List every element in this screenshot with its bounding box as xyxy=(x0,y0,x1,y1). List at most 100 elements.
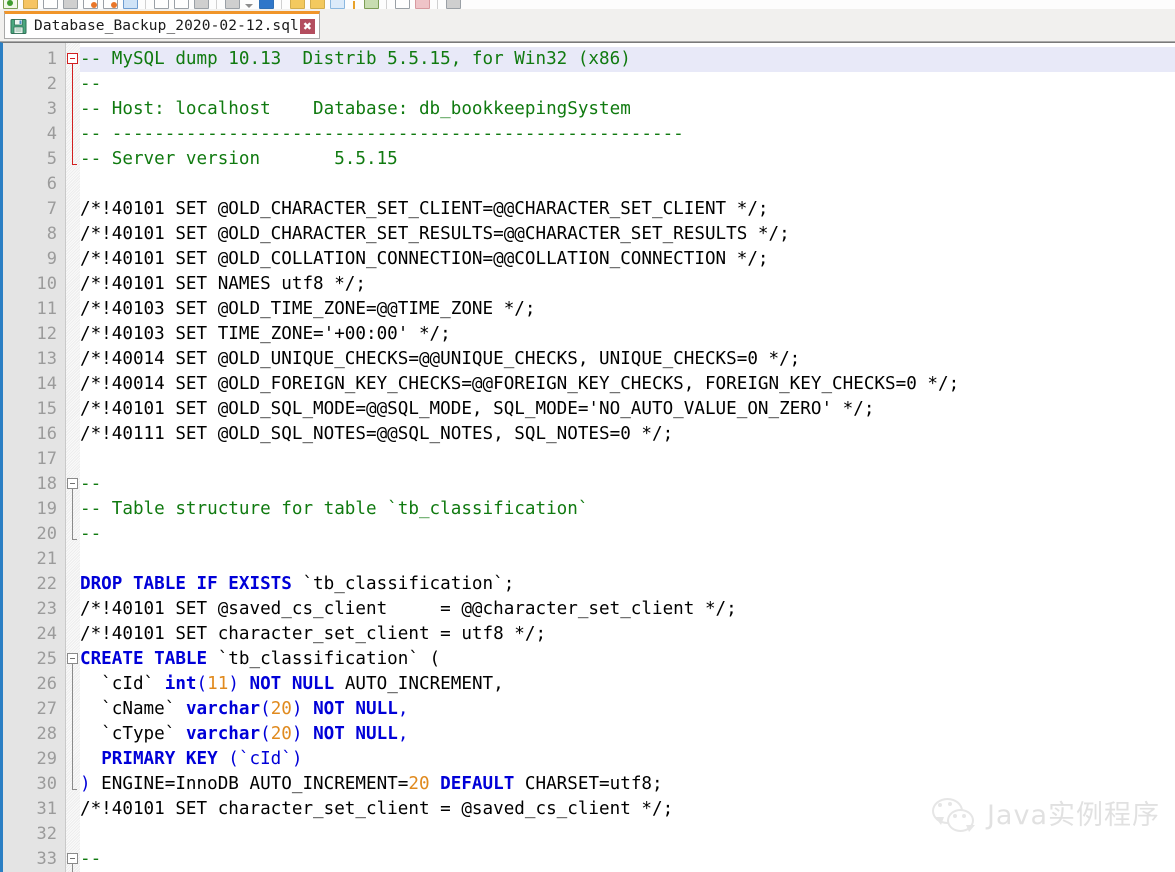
fold-toggle-icon[interactable] xyxy=(67,653,78,664)
open-folder-icon[interactable] xyxy=(22,0,38,9)
code-line[interactable]: /*!40101 SET @OLD_CHARACTER_SET_RESULTS=… xyxy=(80,222,1175,247)
line-number: 19 xyxy=(36,499,57,519)
floppy-disk-icon xyxy=(10,18,27,35)
save-icon[interactable] xyxy=(42,0,58,9)
show-symbol-icon[interactable] xyxy=(414,0,430,9)
line-number: 7 xyxy=(46,199,57,219)
line-number: 10 xyxy=(36,274,57,294)
line-number: 24 xyxy=(36,624,57,644)
code-line[interactable]: -- xyxy=(80,522,1175,547)
line-number: 11 xyxy=(36,299,57,319)
paste-icon[interactable] xyxy=(193,0,209,9)
code-line[interactable]: /*!40103 SET TIME_ZONE='+00:00' */; xyxy=(80,322,1175,347)
close-icon[interactable] xyxy=(82,0,98,9)
dropdown-arrow-icon[interactable] xyxy=(245,0,253,9)
code-line[interactable]: -- xyxy=(80,72,1175,97)
fold-toggle-icon[interactable] xyxy=(67,853,78,864)
code-line[interactable]: /*!40101 SET NAMES utf8 */; xyxy=(80,272,1175,297)
code-line[interactable]: /*!40014 SET @OLD_UNIQUE_CHECKS=@@UNIQUE… xyxy=(80,347,1175,372)
line-number: 6 xyxy=(46,174,57,194)
tab-filename: Database_Backup_2020-02-12.sql xyxy=(34,18,299,34)
macro-record-icon[interactable] xyxy=(445,0,461,9)
code-line[interactable]: -- -------------------------------------… xyxy=(80,122,1175,147)
line-number: 9 xyxy=(46,249,57,269)
find-icon[interactable] xyxy=(289,0,305,9)
fold-guide-line xyxy=(72,664,73,789)
fold-guide-line xyxy=(72,489,73,539)
line-number: 8 xyxy=(46,224,57,244)
tab-bar: Database_Backup_2020-02-12.sql ✖ xyxy=(0,9,1175,42)
fold-margin[interactable] xyxy=(66,43,80,872)
code-line[interactable]: -- Table structure for table `tb_classif… xyxy=(80,497,1175,522)
code-text-area[interactable]: -- MySQL dump 10.13 Distrib 5.5.15, for … xyxy=(80,43,1175,872)
fold-toggle-icon[interactable] xyxy=(67,478,78,489)
code-editor[interactable]: 1 2 3 4 5 6 7 8 9 10 11 12 13 14 15 16 17 18 19 20 21 22 23 24 2… xyxy=(0,42,1175,872)
code-line[interactable]: /*!40101 SET @OLD_SQL_MODE=@@SQL_MODE, S… xyxy=(80,397,1175,422)
code-line[interactable]: /*!40101 SET @OLD_COLLATION_CONNECTION=@… xyxy=(80,247,1175,272)
close-all-icon[interactable] xyxy=(102,0,118,9)
fold-end-marker xyxy=(72,164,77,165)
code-line[interactable]: /*!40101 SET character_set_client = utf8… xyxy=(80,622,1175,647)
save-all-icon[interactable] xyxy=(62,0,78,9)
code-line[interactable] xyxy=(80,822,1175,847)
code-line[interactable]: /*!40101 SET @saved_cs_client = @@charac… xyxy=(80,597,1175,622)
line-number: 29 xyxy=(36,749,57,769)
undo-icon[interactable] xyxy=(224,0,240,9)
line-number: 15 xyxy=(36,399,57,419)
line-number: 21 xyxy=(36,549,57,569)
line-number: 12 xyxy=(36,324,57,344)
zoom-in-icon[interactable] xyxy=(329,0,345,9)
cut-icon[interactable] xyxy=(153,0,169,9)
line-number: 26 xyxy=(36,674,57,694)
line-number: 33 xyxy=(36,849,57,869)
line-number: 32 xyxy=(36,824,57,844)
code-line[interactable]: CREATE TABLE `tb_classification` ( xyxy=(80,647,1175,672)
code-line[interactable]: PRIMARY KEY (`cId`) xyxy=(80,747,1175,772)
zoom-out-icon[interactable] xyxy=(363,0,379,9)
line-number: 28 xyxy=(36,724,57,744)
code-line[interactable] xyxy=(80,547,1175,572)
line-number: 23 xyxy=(36,599,57,619)
line-number: 3 xyxy=(46,99,57,119)
line-number: 20 xyxy=(36,524,57,544)
replace-icon[interactable] xyxy=(309,0,325,9)
close-tab-button[interactable]: ✖ xyxy=(299,18,315,34)
fold-toggle-icon[interactable] xyxy=(67,53,78,64)
code-line[interactable]: /*!40111 SET @OLD_SQL_NOTES=@@SQL_NOTES,… xyxy=(80,422,1175,447)
word-wrap-icon[interactable] xyxy=(394,0,410,9)
notepadpp-window: Database_Backup_2020-02-12.sql ✖ 1234567… xyxy=(0,0,1175,872)
fold-guide-line xyxy=(72,864,73,872)
code-line[interactable]: /*!40014 SET @OLD_FOREIGN_KEY_CHECKS=@@F… xyxy=(80,372,1175,397)
code-line[interactable]: /*!40101 SET character_set_client = @sav… xyxy=(80,797,1175,822)
line-number: 13 xyxy=(36,349,57,369)
new-file-icon[interactable] xyxy=(2,0,18,9)
line-number: 14 xyxy=(36,374,57,394)
code-line[interactable]: DROP TABLE IF EXISTS `tb_classification`… xyxy=(80,572,1175,597)
run-icon[interactable] xyxy=(350,0,358,9)
toolbar-separator xyxy=(386,0,387,9)
fold-end-marker xyxy=(72,539,77,540)
toolbar-separator xyxy=(145,0,146,9)
code-line[interactable] xyxy=(80,447,1175,472)
code-line[interactable]: ) ENGINE=InnoDB AUTO_INCREMENT=20 DEFAUL… xyxy=(80,772,1175,797)
line-number: 4 xyxy=(46,124,57,144)
line-number: 2 xyxy=(46,74,57,94)
code-line[interactable]: -- xyxy=(80,472,1175,497)
code-line[interactable]: -- MySQL dump 10.13 Distrib 5.5.15, for … xyxy=(80,47,1175,72)
redo-icon[interactable] xyxy=(258,0,274,9)
code-line[interactable]: -- Server version 5.5.15 xyxy=(80,147,1175,172)
line-number: 18 xyxy=(36,474,57,494)
code-line[interactable]: -- xyxy=(80,847,1175,872)
code-line[interactable]: `cType` varchar(20) NOT NULL, xyxy=(80,722,1175,747)
print-icon[interactable] xyxy=(122,0,138,9)
code-line[interactable]: -- Host: localhost Database: db_bookkeep… xyxy=(80,97,1175,122)
toolbar-separator xyxy=(437,0,438,9)
fold-end-marker xyxy=(72,789,77,790)
code-line[interactable]: /*!40103 SET @OLD_TIME_ZONE=@@TIME_ZONE … xyxy=(80,297,1175,322)
code-line[interactable] xyxy=(80,172,1175,197)
code-line[interactable]: `cName` varchar(20) NOT NULL, xyxy=(80,697,1175,722)
code-line[interactable]: `cId` int(11) NOT NULL AUTO_INCREMENT, xyxy=(80,672,1175,697)
copy-icon[interactable] xyxy=(173,0,189,9)
code-line[interactable]: /*!40101 SET @OLD_CHARACTER_SET_CLIENT=@… xyxy=(80,197,1175,222)
document-tab[interactable]: Database_Backup_2020-02-12.sql ✖ xyxy=(4,11,320,39)
